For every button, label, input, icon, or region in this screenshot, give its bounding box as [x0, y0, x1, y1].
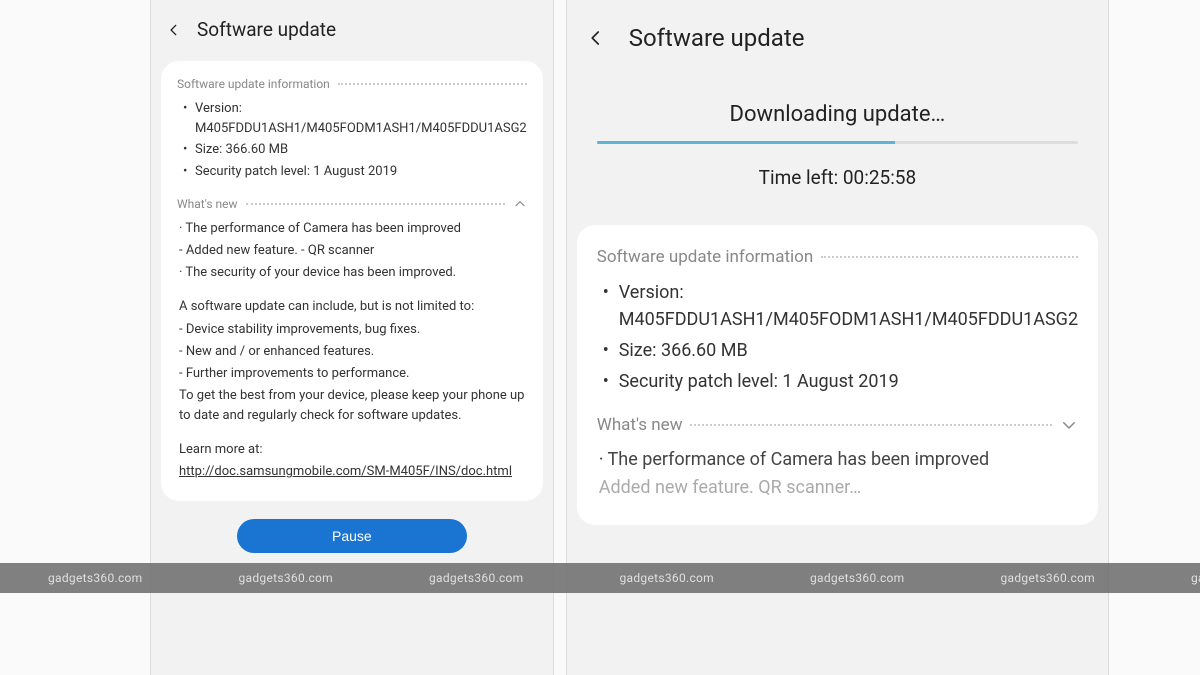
wn-bullet: - New and / or enhanced features. — [179, 342, 527, 362]
version-item: Version: M405FDDU1ASH1/M405FODM1ASH1/M40… — [601, 279, 1078, 333]
dotted-divider — [338, 83, 527, 85]
watermark-text: gadgets360.com — [1191, 571, 1200, 585]
whatsnew-header-label: What's new — [597, 415, 683, 435]
watermark-text: gadgets360.com — [48, 571, 143, 585]
info-header-label: Software update information — [597, 247, 813, 267]
update-card: Software update information Version: M40… — [161, 61, 543, 501]
size-item: Size: 366.60 MB — [601, 337, 1078, 364]
whatsnew-section-header[interactable]: What's new — [597, 415, 1078, 435]
whatsnew-section-header[interactable]: What's new — [177, 197, 527, 211]
security-item: Security patch level: 1 August 2019 — [181, 162, 527, 182]
whatsnew-body: · The performance of Camera has been imp… — [597, 447, 1078, 501]
watermark-text: gadgets360.com — [429, 571, 524, 585]
page-title: Software update — [197, 18, 336, 41]
wn-line: · The performance of Camera has been imp… — [179, 219, 527, 239]
back-icon[interactable] — [167, 23, 181, 37]
page-title: Software update — [629, 24, 805, 52]
watermark-text: gadgets360.com — [810, 571, 905, 585]
wn-line: · The performance of Camera has been imp… — [599, 447, 1078, 473]
download-progress-section: Downloading update… Time left: 00:25:58 — [567, 82, 1108, 217]
downloading-label: Downloading update… — [597, 102, 1078, 127]
learn-more-label: Learn more at: — [179, 440, 527, 460]
size-item: Size: 366.60 MB — [181, 140, 527, 160]
watermark-text: gadgets360.com — [620, 571, 715, 585]
wn-bullet: - Further improvements to performance. — [179, 364, 527, 384]
update-card: Software update information Version: M40… — [577, 225, 1098, 525]
info-section-header: Software update information — [177, 77, 527, 91]
watermark-text: gadgets360.com — [1001, 571, 1096, 585]
progress-bar — [597, 141, 1078, 144]
wn-line: - Added new feature. - QR scanner — [179, 241, 527, 261]
wn-para: A software update can include, but is no… — [179, 297, 527, 317]
security-item: Security patch level: 1 August 2019 — [601, 368, 1078, 395]
dotted-divider — [690, 424, 1052, 426]
info-list: Version: M405FDDU1ASH1/M405FODM1ASH1/M40… — [177, 99, 527, 181]
left-header: Software update — [151, 0, 553, 55]
dotted-divider — [246, 203, 505, 205]
chevron-up-icon[interactable] — [513, 197, 527, 211]
wn-para: To get the best from your device, please… — [179, 386, 527, 426]
info-section-header: Software update information — [597, 247, 1078, 267]
right-header: Software update — [567, 0, 1108, 82]
watermark-bar: gadgets360.com gadgets360.com gadgets360… — [0, 563, 1200, 593]
back-icon[interactable] — [587, 29, 605, 47]
wn-line: · The security of your device has been i… — [179, 263, 527, 283]
progress-fill — [597, 141, 895, 144]
wn-bullet: - Device stability improvements, bug fix… — [179, 320, 527, 340]
dotted-divider — [821, 256, 1078, 258]
pause-button[interactable]: Pause — [237, 519, 467, 553]
watermark-text: gadgets360.com — [239, 571, 334, 585]
time-left-label: Time left: 00:25:58 — [597, 166, 1078, 189]
wn-line-faded: Added new feature. QR scanner… — [599, 475, 1078, 501]
whatsnew-body: · The performance of Camera has been imp… — [177, 219, 527, 483]
chevron-down-icon[interactable] — [1060, 416, 1078, 434]
whatsnew-header-label: What's new — [177, 197, 238, 211]
version-item: Version: M405FDDU1ASH1/M405FODM1ASH1/M40… — [181, 99, 527, 138]
info-list: Version: M405FDDU1ASH1/M405FODM1ASH1/M40… — [597, 279, 1078, 395]
learn-more-link[interactable]: http://doc.samsungmobile.com/SM-M405F/IN… — [179, 464, 512, 479]
info-header-label: Software update information — [177, 77, 330, 91]
